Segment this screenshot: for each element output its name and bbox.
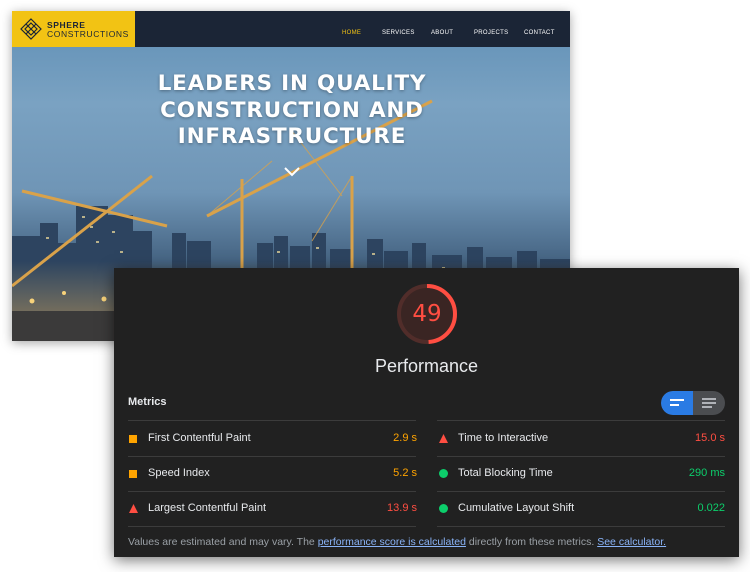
- metric-value: 5.2 s: [393, 467, 417, 479]
- metrics-view-toggle: [661, 391, 725, 415]
- performance-score: 49: [412, 301, 442, 327]
- chevron-down-icon[interactable]: [282, 165, 302, 179]
- logo-line-2: CONSTRUCTIONS: [47, 29, 129, 39]
- orange-square-icon: [129, 470, 137, 478]
- lighthouse-report-panel: 49 Performance Metrics First Contentful …: [114, 268, 739, 557]
- list-view-button[interactable]: [693, 391, 725, 415]
- metric-divider: [437, 491, 725, 492]
- metric-value: 13.9 s: [387, 502, 417, 514]
- score-calculation-link[interactable]: performance score is calculated: [318, 536, 466, 548]
- metric-label: Total Blocking Time: [458, 467, 553, 479]
- disclaimer-text: Values are estimated and may vary. The: [128, 536, 318, 548]
- compact-view-button[interactable]: [661, 391, 693, 415]
- see-calculator-link[interactable]: See calculator.: [597, 536, 666, 548]
- red-triangle-icon: [439, 434, 448, 443]
- metric-value: 15.0 s: [695, 432, 725, 444]
- metric-divider: [437, 526, 725, 527]
- category-title: Performance: [374, 356, 479, 376]
- metric-divider: [437, 456, 725, 457]
- metric-label: Largest Contentful Paint: [148, 502, 267, 514]
- hero-title: LEADERS IN QUALITY CONSTRUCTION AND INFR…: [157, 71, 427, 149]
- metric-value: 2.9 s: [393, 432, 417, 444]
- metric-divider: [128, 456, 416, 457]
- metric-value: 0.022: [697, 502, 725, 514]
- sphere-logo-icon: [20, 18, 42, 40]
- site-navigation-bar: SPHERE CONSTRUCTIONS HOME SERVICES ABOUT…: [12, 11, 570, 47]
- metrics-heading: Metrics: [128, 396, 167, 408]
- metric-divider: [128, 526, 416, 527]
- metrics-disclaimer: Values are estimated and may vary. The p…: [128, 536, 666, 548]
- metric-label: Cumulative Layout Shift: [458, 502, 575, 514]
- green-circle-icon: [439, 504, 448, 513]
- nav-projects[interactable]: PROJECTS: [474, 30, 508, 36]
- metric-label: First Contentful Paint: [148, 432, 251, 444]
- disclaimer-text-middle: directly from these metrics.: [465, 536, 598, 548]
- nav-contact[interactable]: CONTACT: [524, 30, 555, 36]
- metric-divider: [128, 491, 416, 492]
- site-logo[interactable]: SPHERE CONSTRUCTIONS: [12, 11, 135, 47]
- metric-value: 290 ms: [688, 467, 725, 479]
- metric-label: Time to Interactive: [458, 432, 549, 444]
- metric-label: Speed Index: [148, 467, 210, 479]
- red-triangle-icon: [129, 504, 138, 513]
- nav-services[interactable]: SERVICES: [382, 30, 415, 36]
- metric-divider: [128, 420, 416, 421]
- green-circle-icon: [439, 469, 448, 478]
- nav-home[interactable]: HOME: [342, 30, 361, 36]
- metric-divider: [437, 420, 725, 421]
- nav-about[interactable]: ABOUT: [431, 30, 453, 36]
- orange-square-icon: [129, 435, 137, 443]
